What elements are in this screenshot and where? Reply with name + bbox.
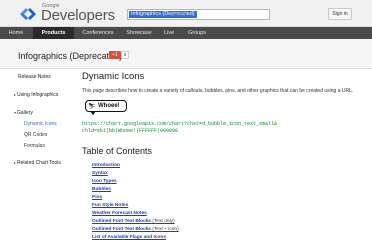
toc-link-suffix: (Text only) <box>151 219 175 224</box>
top-header: Google Developers Infographics (Deprecat… <box>0 0 372 27</box>
bubble-tail <box>90 111 96 115</box>
collapse-arrow-icon: ▾ <box>14 110 17 115</box>
toc-link-pins[interactable]: Pins <box>92 195 102 200</box>
ski-icon: ⛷ <box>88 103 96 110</box>
page-title: Infographics (Deprecated) <box>18 51 123 61</box>
sidebar-nav: Release Notes ▸Using Infographics ▾Galle… <box>0 70 72 240</box>
sidebar-item-gallery[interactable]: ▾Gallery <box>14 110 33 116</box>
toc-link-bubbles[interactable]: Bubbles <box>92 187 111 192</box>
plus-one-button[interactable]: +1 <box>109 51 121 59</box>
sidebar-item-using-infographics[interactable]: ▸Using Infographics <box>14 92 58 98</box>
content-heading: Dynamic Icons <box>82 71 145 82</box>
sidebar-item-qr-codes[interactable]: QR Codes <box>24 132 47 138</box>
search-input[interactable] <box>169 10 268 19</box>
toc-link-outlined-text-icon[interactable]: Outlined Font Text Blocks (Text + icon) <box>92 227 179 232</box>
toc-link-introduction[interactable]: Introduction <box>92 163 120 168</box>
search-box[interactable]: Infographics (Deprecated) <box>127 9 270 20</box>
toc-link-icon-types[interactable]: Icon Types <box>92 179 117 184</box>
expand-arrow-icon: ▸ <box>14 160 17 165</box>
title-band: Infographics (Deprecated) +1 0 <box>0 39 372 69</box>
toc-link-label: Outlined Font Text Blocks <box>92 227 152 232</box>
toc-heading: Table of Contents <box>82 146 153 156</box>
brand-developers-text[interactable]: Developers <box>41 7 115 24</box>
sidebar-item-release-notes[interactable]: Release Notes <box>18 74 51 80</box>
nav-conferences[interactable]: Conferences <box>76 27 120 39</box>
content-description: This page describes how to create a vari… <box>82 88 354 94</box>
sidebar-item-label: Gallery <box>17 110 33 116</box>
example-url-line-2: chld=ski|bb|Whoee!|FFFFFF|000000 <box>82 128 179 134</box>
sidebar-item-formulas[interactable]: Formulas <box>24 143 45 149</box>
main-nav: Home Products Conferences Showcase Live … <box>0 27 372 39</box>
google-developers-logo-icon[interactable] <box>18 4 38 24</box>
sidebar-item-label: Related Chart Tools <box>17 160 61 166</box>
toc-link-syntax[interactable]: Syntax <box>92 171 108 176</box>
nav-showcase[interactable]: Showcase <box>121 27 157 39</box>
sign-in-button[interactable]: Sign in <box>328 8 352 20</box>
toc-link-outlined-text-only[interactable]: Outlined Font Text Blocks (Text only) <box>92 219 175 224</box>
toc-link-fun-style-notes[interactable]: Fun Style Notes <box>92 203 128 208</box>
sidebar-item-related-chart-tools[interactable]: ▸Related Chart Tools <box>14 160 61 166</box>
example-url-line-1: https://chart.googleapis.com/chart?chst=… <box>82 121 278 127</box>
toc-link-label: Outlined Font Text Blocks <box>92 219 152 224</box>
plus-one-count: 0 <box>121 51 129 59</box>
toc-link-weather-forecast-notes[interactable]: Weather Forecast Notes <box>92 211 147 216</box>
bubble-text: Whoee! <box>98 103 120 109</box>
toc-link-flags-and-icons[interactable]: List of Available Flags and Icons <box>92 235 166 240</box>
nav-home[interactable]: Home <box>0 27 32 39</box>
sidebar-item-label: Using Infographics <box>17 92 59 98</box>
nav-live[interactable]: Live <box>158 27 180 39</box>
toc-link-suffix: (Text + icon) <box>151 227 179 232</box>
nav-groups[interactable]: Groups <box>182 27 212 39</box>
example-bubble-image: ⛷ Whoee! <box>85 100 127 115</box>
sidebar-item-dynamic-icons[interactable]: Dynamic Icons <box>24 121 57 127</box>
nav-products[interactable]: Products <box>33 27 74 39</box>
expand-arrow-icon: ▸ <box>14 92 17 97</box>
